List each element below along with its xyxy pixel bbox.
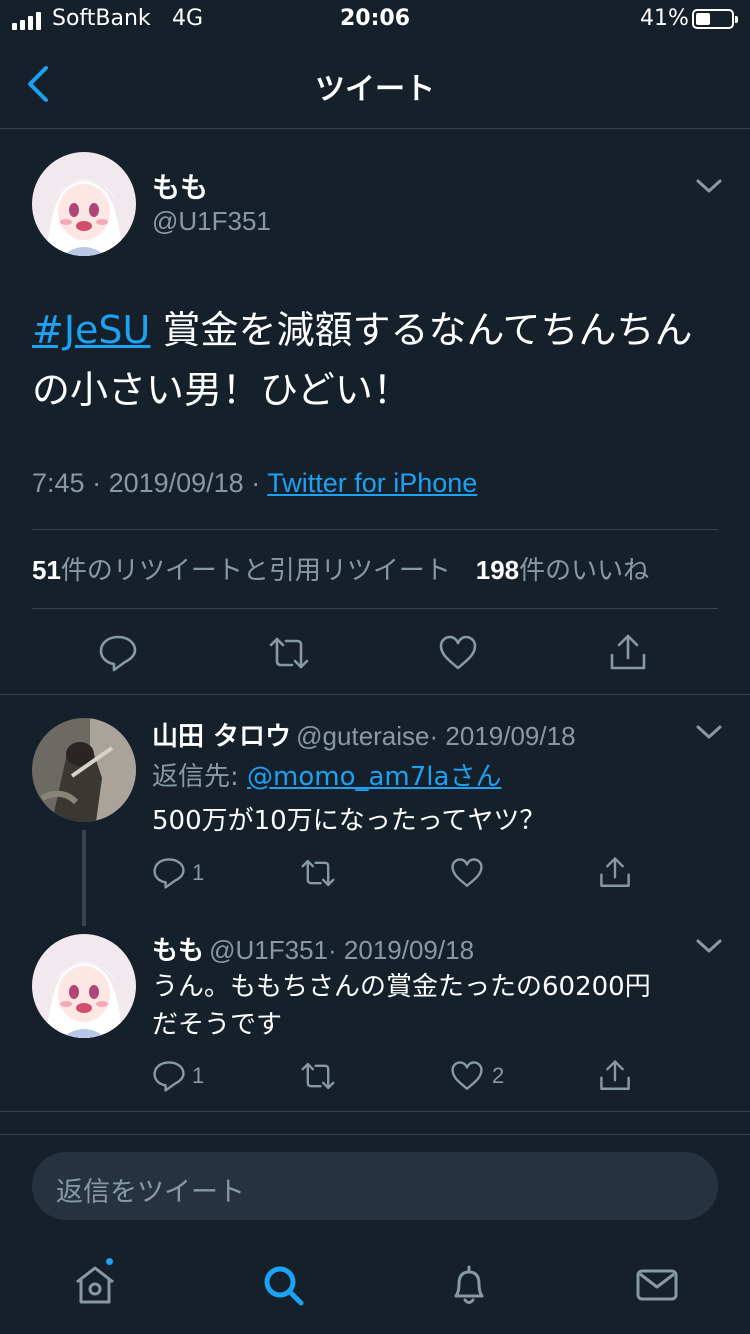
like-count: 198 [475, 555, 520, 585]
like-button[interactable] [438, 633, 478, 673]
chevron-down-icon [696, 725, 722, 739]
search-icon [264, 1266, 304, 1306]
likes-link[interactable]: 198件のいいね [475, 555, 650, 586]
hashtag-link[interactable]: #JeSU [32, 308, 150, 352]
tab-home[interactable] [72, 1262, 118, 1308]
reply-header: 山田 タロウ @guteraise· 2019/09/18 [152, 716, 576, 753]
page-title: ツイート [315, 72, 435, 107]
engagement-counts: 51件のリツイートと引用リツイート 198件のいいね [32, 550, 649, 587]
thread-connector [82, 830, 86, 926]
avatar[interactable] [32, 718, 136, 822]
author-display-name[interactable]: もも [152, 166, 208, 206]
battery-icon [692, 9, 738, 29]
retweet-icon [269, 637, 309, 669]
tweet-menu-button[interactable] [694, 176, 724, 196]
header-divider [0, 128, 750, 129]
tweet-time: 7:45 [32, 468, 85, 498]
tab-search[interactable] [260, 1262, 306, 1308]
avatar-illustration [32, 934, 136, 1038]
reply-text: うん。ももちさんの賞金たったの60200円 だそうです [152, 968, 651, 1044]
author-handle[interactable]: @guteraise [296, 721, 429, 751]
share-icon [600, 857, 630, 887]
avatar-illustration [32, 718, 136, 822]
counts-divider [32, 608, 718, 609]
reply-date: · 2019/09/18 [328, 935, 475, 965]
retweet-count: 51 [32, 555, 61, 585]
retweet-button[interactable] [268, 633, 309, 673]
bell-icon [454, 1265, 484, 1304]
reply-button[interactable]: 1 [152, 1059, 204, 1093]
share-button[interactable] [598, 1059, 632, 1093]
reply-count: 1 [192, 1063, 205, 1088]
composer-divider [0, 1134, 750, 1135]
heart-icon [451, 1061, 483, 1090]
mention-link[interactable]: @momo_am7laさん [247, 762, 501, 792]
mail-icon [636, 1269, 678, 1301]
notification-dot [104, 1256, 115, 1267]
reply-button[interactable] [98, 633, 138, 673]
retweet-button[interactable] [300, 856, 335, 890]
tweet-menu-button[interactable] [694, 722, 724, 742]
meta-separator: · [84, 468, 109, 498]
tab-notifications[interactable] [446, 1262, 492, 1308]
avatar[interactable] [32, 934, 136, 1038]
tweet-text: #JeSU 賞金を減額するなんてちんちんの小さい男！ひどい！ [32, 300, 722, 420]
reply-button[interactable]: 1 [152, 856, 204, 890]
reply-to-line: 返信先: @momo_am7laさん [152, 756, 501, 793]
retweet-button[interactable] [300, 1059, 335, 1093]
retweet-label: 件のリツイートと引用リツイート [60, 556, 451, 586]
retweet-icon [301, 859, 335, 887]
reply-icon [153, 858, 185, 889]
reply-date: · 2019/09/18 [429, 721, 576, 751]
like-count: 2 [492, 1063, 505, 1088]
tweet-meta: 7:45 · 2019/09/18 · Twitter for iPhone [32, 468, 477, 499]
reply-text: 500万が10万になったってヤツ？ [152, 806, 546, 836]
share-icon [600, 1060, 630, 1090]
like-button[interactable] [450, 856, 484, 890]
author-handle[interactable]: @U1F351 [209, 935, 328, 965]
author-display-name[interactable]: もも [152, 936, 204, 966]
chevron-down-icon [696, 939, 722, 953]
avatar[interactable] [32, 152, 136, 256]
home-icon [76, 1266, 114, 1304]
tab-messages[interactable] [634, 1262, 680, 1308]
reply-text-line: うん。ももちさんの賞金たったの60200円 [152, 972, 651, 1002]
composer-placeholder: 返信をツイート [56, 1177, 245, 1208]
share-button[interactable] [608, 633, 648, 673]
author-handle[interactable]: @U1F351 [152, 206, 271, 237]
reply-icon [153, 1061, 185, 1092]
chevron-down-icon [696, 179, 722, 193]
like-button[interactable]: 2 [450, 1059, 504, 1093]
avatar-illustration [32, 152, 136, 256]
like-label: 件のいいね [519, 556, 650, 586]
status-bar: SoftBank 4G 20:06 41% [0, 0, 750, 40]
reply-text-line: だそうです [152, 1010, 283, 1040]
reply-header: もも @U1F351· 2019/09/18 [152, 930, 474, 967]
tweet-date: 2019/09/18 [108, 468, 244, 498]
share-icon [610, 634, 646, 670]
reply-icon [99, 635, 137, 672]
reply-to-label: 返信先: [152, 762, 248, 792]
tweet-source-link[interactable]: Twitter for iPhone [267, 468, 477, 498]
retweets-link[interactable]: 51件のリツイートと引用リツイート [32, 555, 451, 586]
battery-percentage: 41% [640, 6, 689, 31]
meta-separator: · [243, 468, 268, 498]
author-display-name[interactable]: 山田 タロウ [152, 722, 291, 752]
main-tweet-divider [0, 694, 750, 695]
heart-icon [451, 858, 483, 887]
reply-composer-input[interactable]: 返信をツイート [32, 1152, 718, 1220]
share-button[interactable] [598, 856, 632, 890]
reply-count: 1 [192, 860, 205, 885]
reply-divider [0, 1111, 750, 1112]
tweet-menu-button[interactable] [694, 936, 724, 956]
heart-icon [439, 635, 477, 670]
retweet-icon [301, 1062, 335, 1090]
status-time: 20:06 [339, 6, 411, 31]
meta-divider [32, 529, 718, 530]
